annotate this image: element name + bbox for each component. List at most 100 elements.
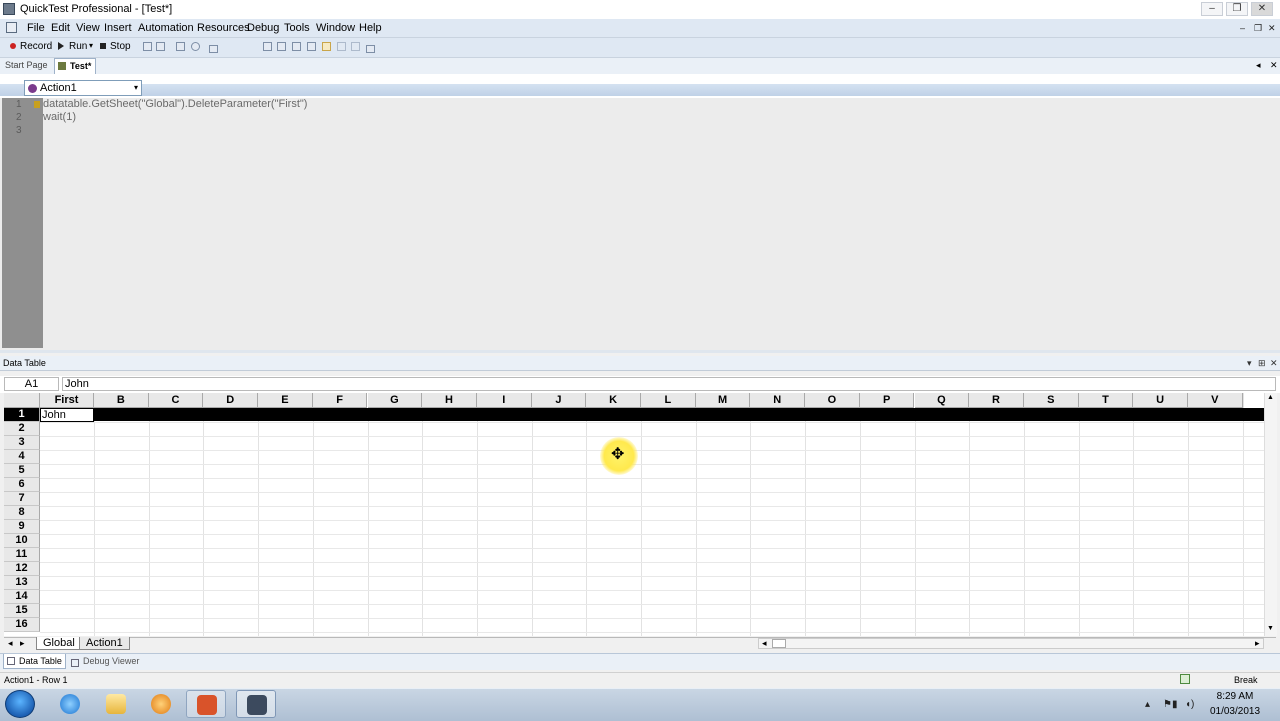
mdi-close-button[interactable]: ✕ (1268, 23, 1276, 34)
taskbar-quicktest[interactable] (236, 690, 276, 718)
menu-tools[interactable]: Tools (284, 22, 310, 34)
tab-close-button[interactable]: ✕ (1270, 60, 1278, 71)
horizontal-scroll-thumb[interactable] (772, 639, 786, 648)
toolbar-overflow-icon[interactable] (366, 45, 375, 53)
menu-insert[interactable]: Insert (104, 22, 132, 34)
pane-close-icon[interactable]: ✕ (1270, 358, 1278, 369)
column-header[interactable]: M (695, 393, 751, 408)
menu-window[interactable]: Window (316, 22, 355, 34)
toolbar-tool-icon[interactable] (351, 42, 360, 51)
menu-file[interactable]: File (27, 22, 45, 34)
pause-icon[interactable] (263, 42, 272, 51)
start-button[interactable] (5, 690, 35, 718)
row-header[interactable]: 3 (4, 436, 40, 450)
sheet-nav-right-icon[interactable]: ▸ (20, 638, 25, 649)
step-out-icon[interactable] (307, 42, 316, 51)
scroll-down-icon[interactable]: ▼ (1267, 625, 1274, 632)
data-grid[interactable] (4, 393, 1276, 636)
code-editor[interactable] (0, 98, 1280, 353)
maximize-button[interactable]: ❐ (1226, 2, 1248, 16)
clock-time[interactable]: 8:29 AM (1205, 691, 1265, 702)
column-header[interactable]: U (1133, 393, 1188, 408)
minimize-button[interactable]: – (1201, 2, 1223, 16)
step-over-icon[interactable] (292, 42, 301, 51)
row-header[interactable]: 16 (4, 618, 40, 632)
code-line[interactable]: wait(1) (43, 111, 76, 123)
pane-menu-icon[interactable]: ▾ (1247, 358, 1252, 369)
row-header[interactable]: 9 (4, 520, 40, 534)
sheet-tab-action1[interactable]: Action1 (79, 637, 130, 650)
action-center-icon[interactable]: ⚑ (1163, 699, 1172, 710)
column-header[interactable]: R (969, 393, 1024, 408)
column-header[interactable]: Q (914, 393, 970, 408)
column-header[interactable]: E (258, 393, 313, 408)
row-header[interactable]: 1 (4, 408, 40, 422)
cell-a1[interactable]: John (40, 408, 94, 422)
row-header[interactable]: 14 (4, 590, 40, 604)
menu-help[interactable]: Help (359, 22, 382, 34)
pane-float-icon[interactable]: ⊞ (1258, 358, 1266, 369)
row-header[interactable]: 13 (4, 576, 40, 590)
column-header[interactable]: L (641, 393, 696, 408)
toolbar-tool-icon[interactable] (191, 42, 200, 51)
tray-overflow-icon[interactable]: ▴ (1145, 699, 1150, 710)
scroll-up-icon[interactable]: ▲ (1267, 394, 1274, 401)
taskbar-media-player[interactable] (141, 690, 181, 718)
clock-date[interactable]: 01/03/2013 (1205, 706, 1265, 717)
horizontal-scrollbar[interactable] (758, 638, 1264, 649)
record-button[interactable]: Record (20, 41, 52, 52)
tab-start-page[interactable]: Start Page (5, 60, 48, 70)
tab-nav-left-button[interactable]: ◂ (1256, 60, 1261, 71)
menu-edit[interactable]: Edit (51, 22, 70, 34)
row-header[interactable]: 10 (4, 534, 40, 548)
column-header[interactable]: J (531, 393, 587, 408)
sheet-tab-global[interactable]: Global (36, 637, 82, 650)
toolbar-overflow-icon[interactable] (209, 45, 218, 53)
menu-automation[interactable]: Automation (138, 22, 194, 34)
qtp-app-icon[interactable] (3, 3, 15, 15)
row-header[interactable]: 8 (4, 506, 40, 520)
row-header[interactable]: 7 (4, 492, 40, 506)
network-icon[interactable]: ▮ (1172, 699, 1178, 710)
hscroll-left-icon[interactable]: ◂ (762, 638, 767, 649)
column-header[interactable]: D (203, 393, 259, 408)
row-header[interactable]: 15 (4, 604, 40, 618)
column-header[interactable]: F (312, 393, 368, 408)
toolbar-tool-icon[interactable] (337, 42, 346, 51)
column-header[interactable]: G (367, 393, 423, 408)
taskbar-internet-explorer[interactable] (50, 690, 90, 718)
cell-reference-field[interactable]: A1 (4, 377, 59, 391)
mdi-minimize-button[interactable]: – (1240, 23, 1245, 33)
toolbar-tool-icon[interactable] (156, 42, 165, 51)
volume-icon[interactable]: ◖) (1185, 699, 1194, 710)
action-dropdown[interactable]: Action1 ▾ (24, 80, 142, 96)
code-line[interactable]: datatable.GetSheet("Global").DeleteParam… (43, 98, 307, 110)
sheet-nav-left-icon[interactable]: ◂ (8, 638, 13, 649)
column-header[interactable]: T (1078, 393, 1134, 408)
mdi-restore-button[interactable]: ❐ (1254, 23, 1262, 34)
tab-data-table[interactable]: Data Table (3, 654, 66, 669)
row-header[interactable]: 4 (4, 450, 40, 464)
stop-button[interactable]: Stop (110, 41, 131, 52)
column-header[interactable]: K (586, 393, 641, 408)
row-header[interactable]: 2 (4, 422, 40, 436)
column-header[interactable]: B (94, 393, 149, 408)
menu-debug[interactable]: Debug (247, 22, 279, 34)
column-header[interactable]: N (750, 393, 806, 408)
column-header[interactable]: P (859, 393, 915, 408)
toolbar-tool-icon[interactable] (143, 42, 152, 51)
step-into-icon[interactable] (277, 42, 286, 51)
vertical-scrollbar[interactable]: ▲ ▼ (1264, 393, 1277, 636)
document-icon[interactable] (6, 22, 17, 33)
tab-debug-viewer[interactable]: Debug Viewer (68, 656, 139, 667)
toolbar-tool-icon[interactable] (176, 42, 185, 51)
column-header[interactable]: V (1188, 393, 1243, 408)
tab-test[interactable]: Test* (54, 58, 97, 74)
row-header[interactable]: 6 (4, 478, 40, 492)
column-header[interactable]: S (1023, 393, 1079, 408)
row-header[interactable]: 5 (4, 464, 40, 478)
hscroll-right-icon[interactable]: ▸ (1255, 638, 1260, 649)
menu-resources[interactable]: Resources (197, 22, 250, 34)
run-button[interactable]: Run (69, 41, 87, 52)
cell-value-field[interactable]: John (62, 377, 1276, 391)
